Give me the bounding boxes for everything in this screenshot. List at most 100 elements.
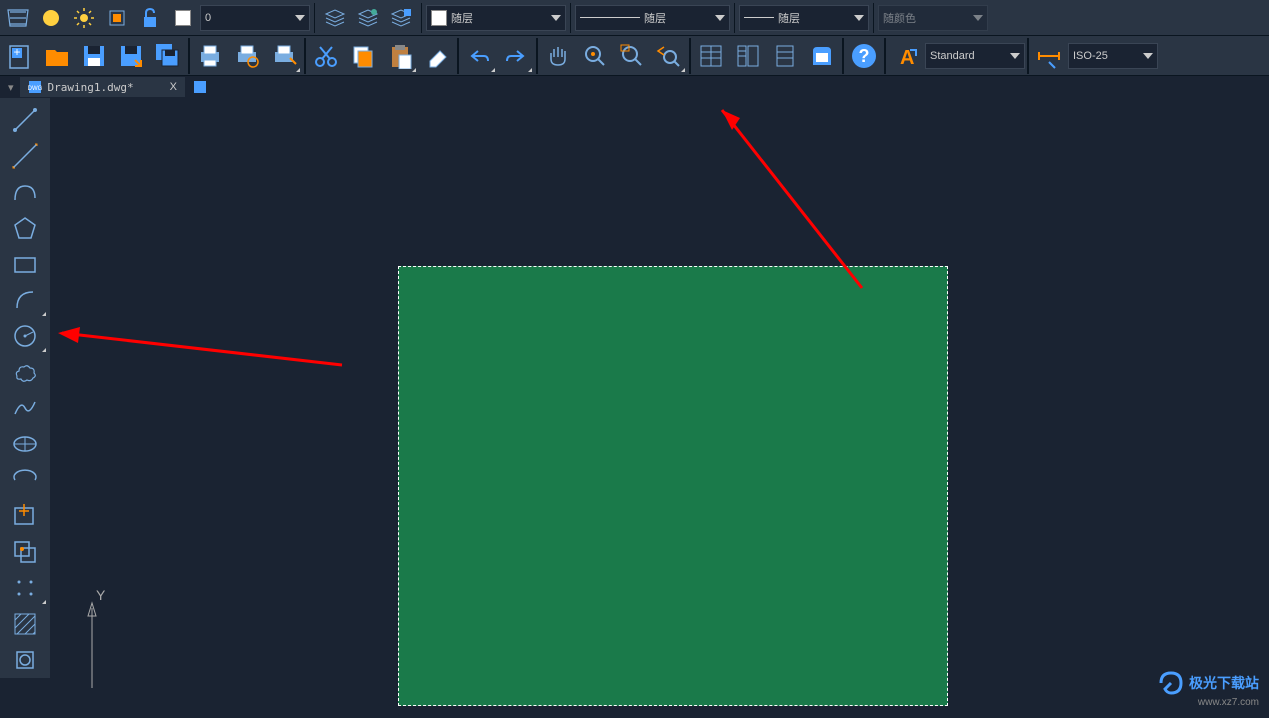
svg-text:DWG: DWG <box>28 86 42 92</box>
eraser-button[interactable] <box>419 38 455 74</box>
separator <box>457 38 459 74</box>
point-tool[interactable] <box>2 570 48 606</box>
circle-tool[interactable] <box>2 318 48 354</box>
dim-style-dropdown[interactable]: ISO-25 <box>1068 43 1158 69</box>
layer-select-icon[interactable] <box>101 2 133 34</box>
text-style-button[interactable]: A <box>888 38 924 74</box>
plotstyle-dropdown[interactable]: 随颜色 <box>878 5 988 31</box>
document-tab-bar: ▾ DWG Drawing1.dwg* X <box>0 76 1269 98</box>
top-toolbar-1: 0 随层 随层 随层 随颜色 <box>0 0 1269 36</box>
separator <box>570 3 571 33</box>
lineweight-dropdown[interactable]: 随层 <box>739 5 869 31</box>
light-bulb-icon[interactable] <box>35 2 67 34</box>
linetype-label: 随层 <box>644 10 666 26</box>
undo-button[interactable] <box>461 38 497 74</box>
separator <box>1027 38 1029 74</box>
region-tool[interactable] <box>2 642 48 678</box>
tool-palette-button[interactable] <box>767 38 803 74</box>
color-label: 随层 <box>451 10 473 26</box>
unlock-icon[interactable] <box>134 2 166 34</box>
copy-button[interactable] <box>345 38 381 74</box>
document-tab[interactable]: DWG Drawing1.dwg* X <box>20 77 185 97</box>
pan-button[interactable] <box>540 38 576 74</box>
chevron-down-icon <box>715 15 725 21</box>
new-file-button[interactable]: + <box>2 38 38 74</box>
svg-text:?: ? <box>859 46 870 66</box>
design-center-button[interactable] <box>730 38 766 74</box>
zoom-previous-button[interactable] <box>651 38 687 74</box>
watermark-url: www.xz7.com <box>1157 697 1259 708</box>
zoom-window-button[interactable] <box>614 38 650 74</box>
svg-text:Y: Y <box>96 588 106 603</box>
line-sample-icon <box>580 17 640 18</box>
chevron-down-icon <box>551 15 561 21</box>
arc-tool[interactable] <box>2 282 48 318</box>
sun-icon[interactable] <box>68 2 100 34</box>
linetype-dropdown[interactable]: 随层 <box>575 5 730 31</box>
redo-button[interactable] <box>498 38 534 74</box>
plotstyle-label: 随颜色 <box>883 10 916 26</box>
layer-stack-1-icon[interactable] <box>319 2 351 34</box>
ellipse-tool[interactable] <box>2 426 48 462</box>
text-style-label: Standard <box>930 50 975 62</box>
dwg-file-icon: DWG <box>28 80 42 94</box>
separator <box>536 38 538 74</box>
lineweight-label: 随层 <box>778 10 800 26</box>
draw-toolbar <box>0 98 50 678</box>
chevron-down-icon <box>973 15 983 21</box>
polyline-tool[interactable] <box>2 174 48 210</box>
separator <box>842 38 844 74</box>
paste-button[interactable] <box>382 38 418 74</box>
layer-number: 0 <box>205 12 211 24</box>
revcloud-tool[interactable] <box>2 354 48 390</box>
separator <box>884 38 886 74</box>
construction-line-tool[interactable] <box>2 138 48 174</box>
tab-close-button[interactable]: X <box>170 81 177 93</box>
color-dropdown[interactable]: 随层 <box>426 5 566 31</box>
open-file-button[interactable] <box>39 38 75 74</box>
chevron-down-icon <box>1143 53 1153 59</box>
svg-text:+: + <box>13 45 20 59</box>
annotation-arrow-2 <box>52 323 392 383</box>
rectangle-tool[interactable] <box>2 246 48 282</box>
dim-style-button[interactable] <box>1031 38 1067 74</box>
insert-block-tool[interactable] <box>2 498 48 534</box>
plot-button[interactable] <box>266 38 302 74</box>
ellipse-arc-tool[interactable] <box>2 462 48 498</box>
layer-color-swatch[interactable] <box>167 2 199 34</box>
make-block-tool[interactable] <box>2 534 48 570</box>
lineweight-sample-icon <box>744 17 774 18</box>
polygon-tool[interactable] <box>2 210 48 246</box>
spline-tool[interactable] <box>2 390 48 426</box>
cut-button[interactable] <box>308 38 344 74</box>
watermark-logo-icon <box>1157 669 1185 697</box>
separator <box>734 3 735 33</box>
new-tab-button[interactable] <box>191 78 209 96</box>
help-button[interactable]: ? <box>846 38 882 74</box>
print-preview-button[interactable] <box>229 38 265 74</box>
text-style-dropdown[interactable]: Standard <box>925 43 1025 69</box>
layer-stack-2-icon[interactable] <box>352 2 384 34</box>
layer-stack-3-icon[interactable] <box>385 2 417 34</box>
ucs-icon: Y <box>72 588 132 698</box>
zoom-realtime-button[interactable] <box>577 38 613 74</box>
properties-button[interactable] <box>693 38 729 74</box>
drawing-canvas[interactable]: Y <box>52 98 1269 718</box>
save-as-button[interactable] <box>113 38 149 74</box>
watermark: 极光下载站 www.xz7.com <box>1157 669 1259 708</box>
sheet-set-button[interactable] <box>804 38 840 74</box>
layer-dropdown[interactable]: 0 <box>200 5 310 31</box>
print-button[interactable] <box>192 38 228 74</box>
chevron-down-icon <box>295 15 305 21</box>
save-all-button[interactable] <box>150 38 186 74</box>
save-button[interactable] <box>76 38 112 74</box>
separator <box>421 3 422 33</box>
hatch-tool[interactable] <box>2 606 48 642</box>
selected-rectangle[interactable] <box>398 266 948 706</box>
svg-text:A: A <box>900 47 914 69</box>
tab-menu-icon[interactable]: ▾ <box>8 81 14 94</box>
line-tool[interactable] <box>2 102 48 138</box>
dim-style-label: ISO-25 <box>1073 50 1108 62</box>
layer-freeze-icon[interactable] <box>2 2 34 34</box>
tab-filename: Drawing1.dwg* <box>48 81 134 94</box>
